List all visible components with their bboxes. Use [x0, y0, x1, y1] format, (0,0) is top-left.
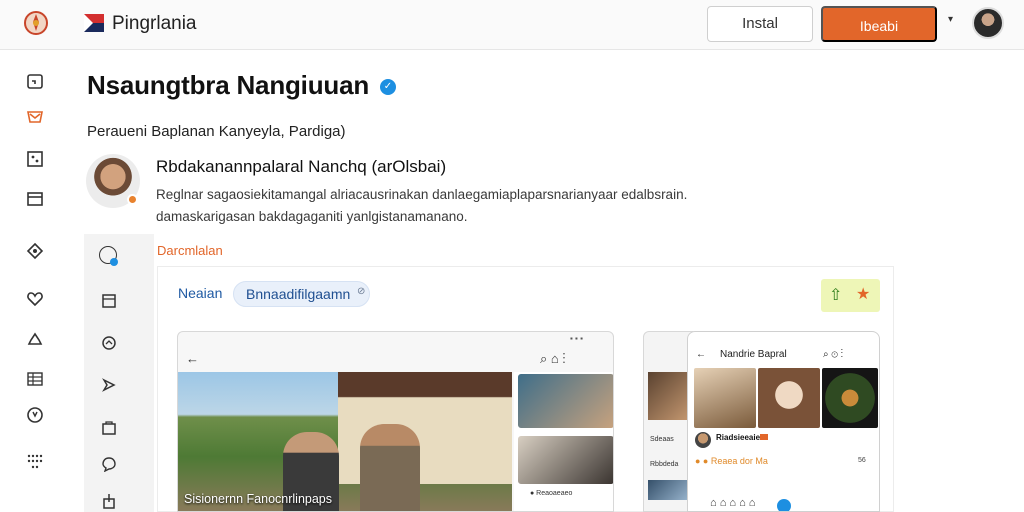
- post-author[interactable]: Riadsieeaiea: [716, 433, 764, 442]
- phone-thumbnail: [648, 480, 690, 500]
- phone-caption: Rbbdeda: [650, 461, 679, 468]
- top-bar: Pingrlania Instal Ibeabi ▾: [0, 0, 1024, 50]
- verified-icon: ✓: [380, 79, 396, 95]
- history-icon[interactable]: [98, 332, 120, 354]
- apps-icon[interactable]: [24, 450, 46, 472]
- star-icon[interactable]: ★: [856, 284, 870, 304]
- user-avatar[interactable]: [972, 7, 1004, 39]
- filter-chip-label: Bnnaadifilgaamn: [246, 286, 351, 302]
- nav-icons[interactable]: ⌂ ⌂ ⌂ ⌂ ⌂: [710, 497, 755, 509]
- share-icon[interactable]: [98, 490, 120, 512]
- tablet-preview: ▪ ▪ ▪ ← ⌕ ⌂ ⁝ Sisionernn Fanocnrlinpaps …: [177, 331, 614, 512]
- chevron-down-icon[interactable]: ▾: [948, 14, 953, 25]
- tablet-toolbar: ← ⌕ ⌂ ⁝: [178, 346, 613, 372]
- tablet-status-bar: ▪ ▪ ▪: [178, 332, 613, 346]
- inbox-icon[interactable]: [24, 106, 46, 128]
- primary-action-button[interactable]: Ibeabi: [821, 6, 937, 42]
- status-badge: [127, 194, 138, 205]
- chat-icon[interactable]: [98, 453, 120, 475]
- brand-name[interactable]: Pingrlania: [112, 13, 197, 35]
- bookmark-icon[interactable]: [98, 290, 120, 312]
- phone-caption: Sdeaas: [650, 436, 674, 443]
- clock-icon[interactable]: [24, 404, 46, 426]
- window-icon[interactable]: [24, 188, 46, 210]
- filter-chip[interactable]: Bnnaadifilgaamn: [233, 281, 370, 307]
- grid-icon[interactable]: [24, 148, 46, 170]
- phone-thumbnail: [648, 372, 690, 420]
- location-icon[interactable]: [24, 240, 46, 262]
- notification-dot: [110, 258, 118, 266]
- send-icon[interactable]: [98, 374, 120, 396]
- page-title: Nsaungtbra Nangiuuan: [87, 70, 370, 100]
- nav-active-icon[interactable]: [777, 499, 791, 511]
- phone-toolbar: ← Nandrie Bapral ⌕ ⊙ ⁝: [688, 344, 879, 368]
- person-figure: [360, 424, 420, 511]
- status-badge: [760, 434, 768, 440]
- filter-tab[interactable]: Neaian: [178, 285, 222, 301]
- bell-icon[interactable]: [24, 328, 46, 350]
- thumbnail[interactable]: [518, 374, 613, 428]
- phone-actions-icon[interactable]: ⌕ ⊙ ⁝: [823, 349, 843, 360]
- back-arrow-icon[interactable]: ←: [186, 351, 199, 366]
- profile-name[interactable]: Rbdakanannpalaral Nanchq (arOlsbai): [156, 157, 446, 177]
- toolbar-actions-icon[interactable]: ⌕ ⌂ ⁝: [540, 351, 566, 367]
- phone-preview: ← Nandrie Bapral ⌕ ⊙ ⁝ Riadsieeaiea ● ● …: [687, 331, 880, 512]
- phone-status-bar: [688, 332, 879, 344]
- avatar[interactable]: [695, 432, 711, 448]
- flag-icon: [84, 14, 104, 32]
- reaction-count: 56: [858, 457, 866, 464]
- profile-description-line-1: Reglnar sagaosiekitamangal alriacausrina…: [156, 187, 688, 202]
- install-button[interactable]: Instal: [707, 6, 813, 42]
- reaction-row: ● ● Reaea dor Ma: [695, 456, 768, 466]
- post-image[interactable]: [694, 368, 756, 428]
- page-subtitle: Peraueni Baplanan Kanyeyla, Pardiga): [87, 123, 346, 140]
- calendar-icon[interactable]: [24, 70, 46, 92]
- bag-icon[interactable]: [98, 416, 120, 438]
- thumbnail-caption: ● Reaoaeaeo: [530, 490, 573, 497]
- section-label: Darcmlalan: [157, 243, 223, 258]
- heart-icon[interactable]: [24, 288, 46, 310]
- close-icon[interactable]: ⊘: [357, 286, 365, 297]
- upvote-icon[interactable]: ⇧: [829, 285, 842, 305]
- phone-title: Nandrie Bapral: [720, 349, 787, 360]
- photo-caption: Sisionernn Fanocnrlinpaps: [184, 492, 333, 506]
- signal-icon: ▪ ▪ ▪: [570, 334, 583, 343]
- table-icon[interactable]: [24, 368, 46, 390]
- thumbnail[interactable]: [518, 436, 613, 484]
- post-image[interactable]: [822, 368, 878, 428]
- back-arrow-icon[interactable]: ←: [696, 349, 706, 360]
- emblem-logo[interactable]: [22, 9, 50, 37]
- post-image[interactable]: [758, 368, 820, 428]
- profile-description-line-2: damaskarigasan bakdagaganiti yanlgistana…: [156, 209, 468, 224]
